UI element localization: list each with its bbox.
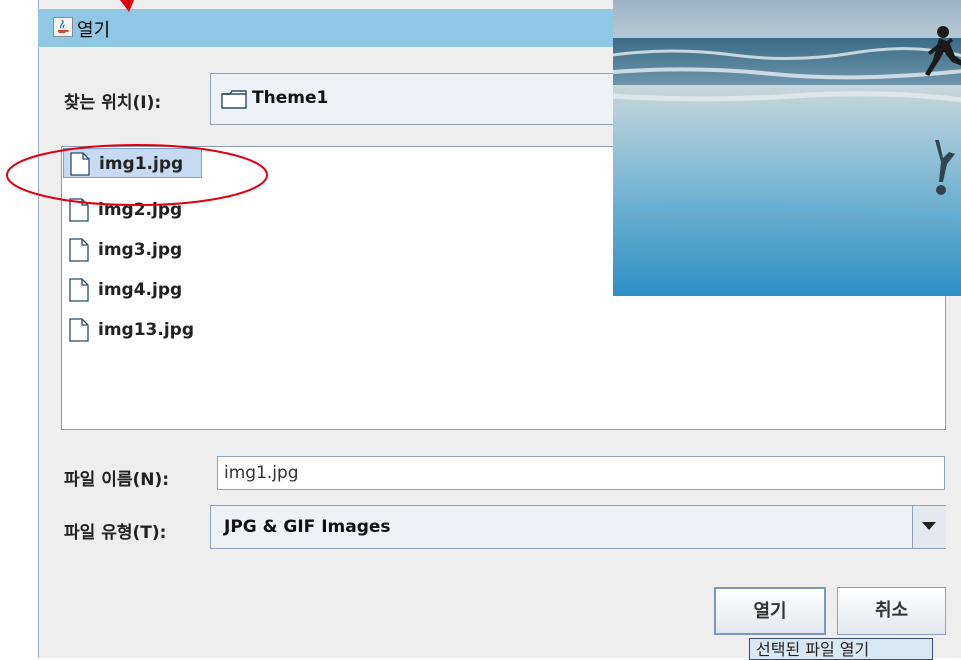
file-name: img13.jpg — [98, 320, 194, 340]
file-icon — [69, 278, 89, 306]
cancel-button[interactable]: 취소 — [837, 587, 946, 635]
file-name-input[interactable] — [217, 456, 945, 490]
file-name: img4.jpg — [98, 280, 183, 300]
look-in-value: Theme1 — [252, 88, 329, 108]
image-preview — [613, 0, 961, 296]
look-in-label: 찾는 위치(I): — [64, 93, 162, 113]
dialog-title: 열기 — [77, 20, 111, 41]
file-name: img3.jpg — [98, 240, 183, 260]
file-icon — [69, 238, 89, 266]
file-name-label: 파일 이름(N): — [64, 470, 170, 490]
list-item[interactable]: img4.jpg — [63, 275, 223, 305]
annotation-arrow — [120, 0, 134, 12]
file-type-value: JPG & GIF Images — [224, 517, 391, 537]
file-icon — [69, 318, 89, 346]
chevron-down-icon — [922, 522, 936, 530]
file-type-label: 파일 유형(T): — [64, 523, 167, 543]
open-button-tooltip: 선택된 파일 열기 — [749, 638, 933, 660]
java-coffee-icon — [53, 17, 73, 37]
file-type-dropdown-button[interactable] — [912, 506, 946, 548]
open-button[interactable]: 열기 — [714, 587, 826, 635]
list-item[interactable]: img13.jpg — [63, 315, 233, 345]
annotation-highlight-ellipse — [6, 144, 268, 206]
folder-icon — [221, 88, 247, 114]
list-item[interactable]: img3.jpg — [63, 235, 223, 265]
